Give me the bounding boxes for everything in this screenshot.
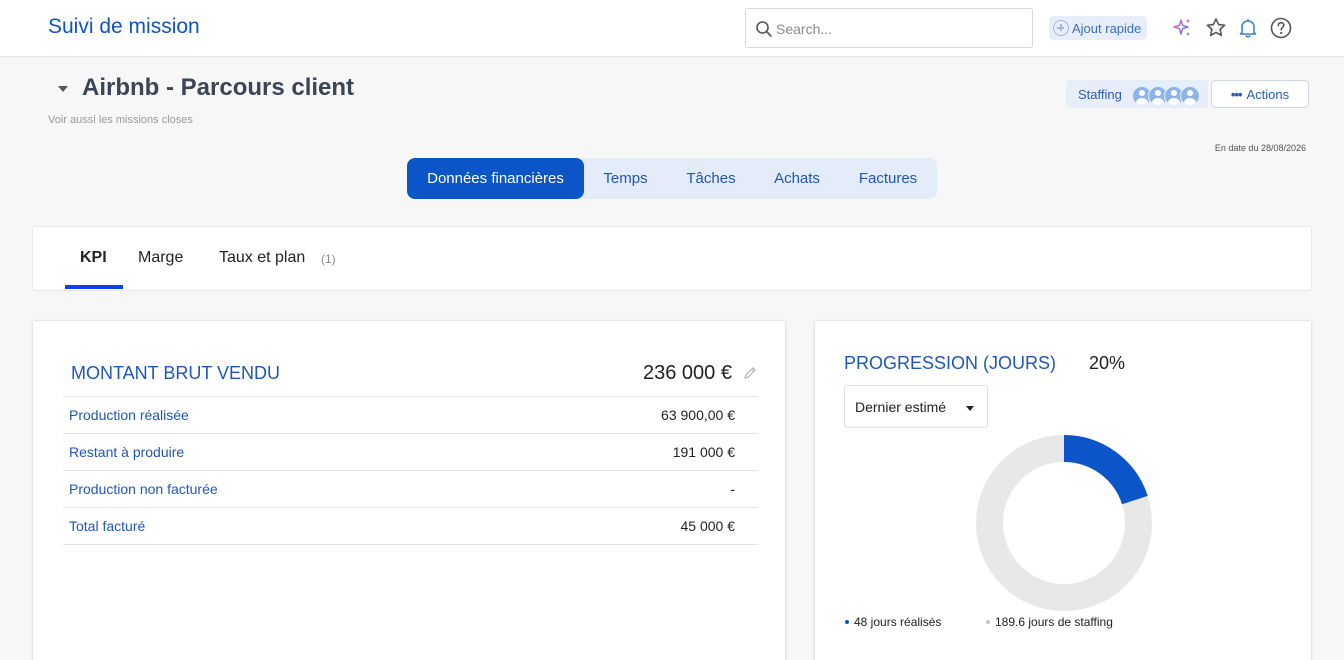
subtab-kpi[interactable]: KPI xyxy=(80,249,107,267)
plus-icon xyxy=(1053,20,1069,36)
progress-value: 20% xyxy=(1089,353,1126,373)
sparkles-icon[interactable] xyxy=(1170,16,1194,40)
estimate-select-value: Dernier estimé xyxy=(855,399,947,415)
subtab-margin[interactable]: Marge xyxy=(138,249,183,267)
estimate-select[interactable]: Dernier estimé xyxy=(844,385,988,428)
subtab-rates-plan[interactable]: Taux et plan xyxy=(219,249,305,267)
progress-label: PROGRESSION (JOURS) xyxy=(844,353,1057,373)
kpi-label[interactable]: Production non facturée xyxy=(69,481,218,497)
more-dots-icon: ••• xyxy=(1230,86,1243,102)
legend-days-done: 48 jours réalisés xyxy=(845,615,941,629)
tab-invoices[interactable]: Factures xyxy=(839,158,937,199)
as-of-date: En date du 28/08/2026 xyxy=(1214,143,1306,153)
mission-title: Airbnb - Parcours client xyxy=(82,74,355,101)
table-row: Production non facturée - xyxy=(63,471,758,508)
progress-donut-chart xyxy=(976,435,1152,611)
table-row: Production réalisée 63 900,00 € xyxy=(63,397,758,434)
tab-time[interactable]: Temps xyxy=(584,158,667,199)
kpi-label[interactable]: Total facturé xyxy=(69,518,145,534)
kpi-value: 63 900,00 € xyxy=(661,407,735,423)
tab-financial-data[interactable]: Données financières xyxy=(407,158,584,199)
staffing-button[interactable]: Staffing xyxy=(1066,80,1208,108)
subtab-count-badge: (1) xyxy=(321,252,336,266)
gross-amount-value: 236 000 € xyxy=(643,362,732,384)
legend-days-done-text: 48 jours réalisés xyxy=(854,615,942,629)
table-row: Restant à produire 191 000 € xyxy=(63,434,758,471)
quick-add-button[interactable]: Ajout rapide xyxy=(1049,16,1148,40)
main-tabs: Données financières Temps Tâches Achats … xyxy=(407,158,937,199)
gross-amount-label: MONTANT BRUT VENDU xyxy=(71,363,281,383)
bell-icon[interactable] xyxy=(1236,16,1260,40)
tab-tasks[interactable]: Tâches xyxy=(667,158,755,199)
kpi-value: 45 000 € xyxy=(680,518,736,534)
star-icon[interactable] xyxy=(1204,16,1228,40)
kpi-value: - xyxy=(730,481,735,497)
staffing-label: Staffing xyxy=(1078,87,1122,102)
gross-amount-card: MONTANT BRUT VENDU 236 000 € Production … xyxy=(32,320,786,660)
legend-dot-icon xyxy=(845,620,849,624)
kpi-table: Production réalisée 63 900,00 € Restant … xyxy=(63,396,758,545)
pencil-icon[interactable] xyxy=(742,365,758,381)
kpi-label[interactable]: Restant à produire xyxy=(69,444,184,460)
table-row: Total facturé 45 000 € xyxy=(63,508,758,545)
help-icon[interactable] xyxy=(1269,16,1293,40)
search-icon xyxy=(756,21,772,37)
avatar xyxy=(1180,86,1200,106)
app-title[interactable]: Suivi de mission xyxy=(48,15,200,39)
caret-down-icon xyxy=(966,406,974,411)
legend-staffing-days: 189.6 jours de staffing xyxy=(986,615,1113,629)
actions-button[interactable]: ••• Actions xyxy=(1211,80,1309,108)
search-input[interactable] xyxy=(776,18,1016,40)
tab-purchases[interactable]: Achats xyxy=(755,158,839,199)
kpi-label[interactable]: Production réalisée xyxy=(69,407,189,423)
quick-add-label: Ajout rapide xyxy=(1072,20,1142,36)
actions-label: Actions xyxy=(1246,86,1290,102)
progress-card: PROGRESSION (JOURS) 20% Dernier estimé 4… xyxy=(814,320,1312,660)
closed-missions-link[interactable]: Voir aussi les missions closes xyxy=(48,114,193,126)
sub-tabs: KPI Marge Taux et plan (1) xyxy=(32,226,1312,291)
kpi-value: 191 000 € xyxy=(672,444,735,460)
top-bar: Suivi de mission Ajout rapide xyxy=(0,0,1344,57)
mission-dropdown-caret-icon[interactable] xyxy=(58,86,68,92)
search-box[interactable] xyxy=(745,8,1033,48)
legend-staffing-days-text: 189.6 jours de staffing xyxy=(995,615,1113,629)
legend-dot-icon xyxy=(986,620,990,624)
active-tab-indicator xyxy=(65,285,123,289)
